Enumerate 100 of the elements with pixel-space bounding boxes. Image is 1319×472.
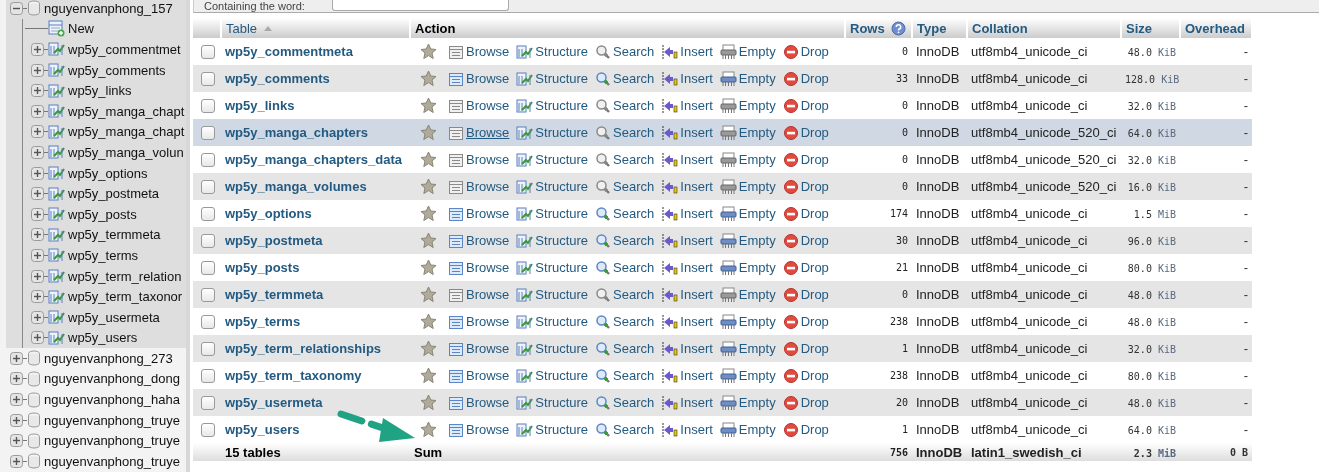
- expand-icon[interactable]: [31, 104, 44, 118]
- row-checkbox[interactable]: [201, 126, 215, 141]
- shredder-icon[interactable]: [719, 205, 737, 222]
- structure-link[interactable]: Structure: [516, 259, 589, 276]
- insert-icon[interactable]: [661, 367, 679, 384]
- delete-icon[interactable]: [782, 178, 799, 195]
- insert-icon[interactable]: [661, 124, 679, 141]
- delete-icon[interactable]: [782, 97, 799, 114]
- expand-icon[interactable]: [10, 413, 23, 427]
- row-checkbox[interactable]: [201, 342, 215, 357]
- browse-link[interactable]: Browse: [448, 367, 510, 384]
- star-icon[interactable]: [420, 286, 437, 303]
- table-item[interactable]: wp5y_links: [68, 83, 132, 99]
- insert-icon[interactable]: [661, 259, 679, 276]
- delete-icon[interactable]: [782, 313, 799, 330]
- insert-icon[interactable]: [661, 394, 679, 411]
- insert-icon[interactable]: [661, 205, 679, 222]
- structure-link[interactable]: Structure: [516, 340, 589, 357]
- table-item[interactable]: wp5y_options: [68, 165, 148, 181]
- search-link[interactable]: Search: [595, 259, 655, 276]
- shredder-icon[interactable]: [719, 97, 737, 114]
- search-icon[interactable]: [595, 232, 612, 249]
- search-icon[interactable]: [595, 394, 612, 411]
- table-icon[interactable]: [48, 268, 65, 284]
- chart-icon[interactable]: [516, 340, 534, 357]
- database-item[interactable]: nguyenvanphong_dong: [44, 371, 180, 387]
- table-icon[interactable]: [448, 70, 464, 87]
- table-icon[interactable]: [48, 123, 65, 140]
- drop-link[interactable]: Drop: [782, 286, 829, 303]
- insert-icon[interactable]: [661, 43, 679, 60]
- shredder-icon[interactable]: [719, 340, 737, 357]
- drop-link[interactable]: Drop: [782, 313, 829, 330]
- insert-link[interactable]: Insert: [661, 70, 713, 87]
- shredder-icon[interactable]: [719, 232, 737, 249]
- table-icon[interactable]: [48, 41, 65, 58]
- chart-icon[interactable]: [516, 367, 534, 384]
- row-checkbox[interactable]: [201, 180, 215, 195]
- table-name-link[interactable]: wp5y_usermeta: [225, 395, 323, 410]
- table-icon[interactable]: [448, 43, 464, 60]
- database-item[interactable]: nguyenvanphong_truye: [44, 433, 180, 449]
- insert-link[interactable]: Insert: [661, 205, 713, 222]
- filter-field[interactable]: [331, 0, 509, 11]
- shredder-icon[interactable]: [719, 70, 737, 87]
- table-item[interactable]: wp5y_posts: [68, 206, 137, 222]
- table-name-link[interactable]: wp5y_manga_chapters_data: [225, 152, 403, 167]
- drop-link[interactable]: Drop: [782, 259, 829, 276]
- table-icon[interactable]: [48, 288, 65, 305]
- row-checkbox[interactable]: [201, 45, 215, 60]
- empty-link[interactable]: Empty: [719, 394, 776, 411]
- star-icon[interactable]: [420, 421, 437, 438]
- search-icon[interactable]: [595, 205, 612, 222]
- insert-link[interactable]: Insert: [661, 286, 713, 303]
- delete-icon[interactable]: [782, 70, 799, 87]
- search-icon[interactable]: [595, 313, 612, 330]
- expand-icon[interactable]: [31, 331, 44, 345]
- delete-icon[interactable]: [782, 394, 799, 411]
- database-icon[interactable]: [27, 0, 41, 17]
- shredder-icon[interactable]: [719, 43, 737, 60]
- table-item[interactable]: wp5y_terms: [68, 247, 139, 263]
- empty-link[interactable]: Empty: [719, 313, 776, 330]
- table-icon[interactable]: [48, 329, 65, 346]
- structure-link[interactable]: Structure: [516, 70, 589, 87]
- structure-link[interactable]: Structure: [516, 97, 589, 114]
- star-icon[interactable]: [420, 340, 437, 357]
- expand-icon[interactable]: [31, 187, 44, 201]
- search-icon[interactable]: [595, 97, 612, 114]
- search-icon[interactable]: [595, 70, 612, 87]
- expand-icon[interactable]: [10, 372, 23, 386]
- row-checkbox[interactable]: [201, 315, 215, 330]
- search-icon[interactable]: [595, 259, 612, 276]
- row-checkbox[interactable]: [201, 72, 215, 87]
- table-icon[interactable]: [48, 206, 65, 223]
- table-icon[interactable]: [448, 421, 464, 438]
- search-link[interactable]: Search: [595, 97, 655, 114]
- shredder-icon[interactable]: [719, 394, 737, 411]
- insert-link[interactable]: Insert: [661, 151, 713, 168]
- search-icon[interactable]: [595, 286, 612, 303]
- browse-link[interactable]: Browse: [448, 43, 510, 60]
- expand-icon[interactable]: [31, 43, 44, 56]
- structure-link[interactable]: Structure: [516, 178, 589, 195]
- search-link[interactable]: Search: [595, 232, 655, 249]
- table-icon[interactable]: [48, 144, 65, 161]
- insert-icon[interactable]: [661, 313, 679, 330]
- star-icon[interactable]: [420, 43, 437, 60]
- empty-link[interactable]: Empty: [719, 70, 776, 87]
- drop-link[interactable]: Drop: [782, 43, 829, 60]
- table-icon[interactable]: [448, 367, 464, 384]
- row-checkbox[interactable]: [201, 423, 215, 438]
- table-name-link[interactable]: wp5y_commentmeta: [225, 44, 353, 59]
- delete-icon[interactable]: [782, 205, 799, 222]
- table-name-link[interactable]: wp5y_postmeta: [225, 233, 323, 248]
- delete-icon[interactable]: [782, 286, 799, 303]
- structure-link[interactable]: Structure: [516, 313, 589, 330]
- expand-icon[interactable]: [31, 228, 44, 242]
- table-name-link[interactable]: wp5y_posts: [225, 260, 300, 275]
- shredder-icon[interactable]: [719, 367, 737, 384]
- browse-link[interactable]: Browse: [448, 421, 510, 438]
- shredder-icon[interactable]: [719, 421, 737, 438]
- insert-link[interactable]: Insert: [661, 394, 713, 411]
- table-name-link[interactable]: wp5y_term_relationships: [225, 341, 382, 356]
